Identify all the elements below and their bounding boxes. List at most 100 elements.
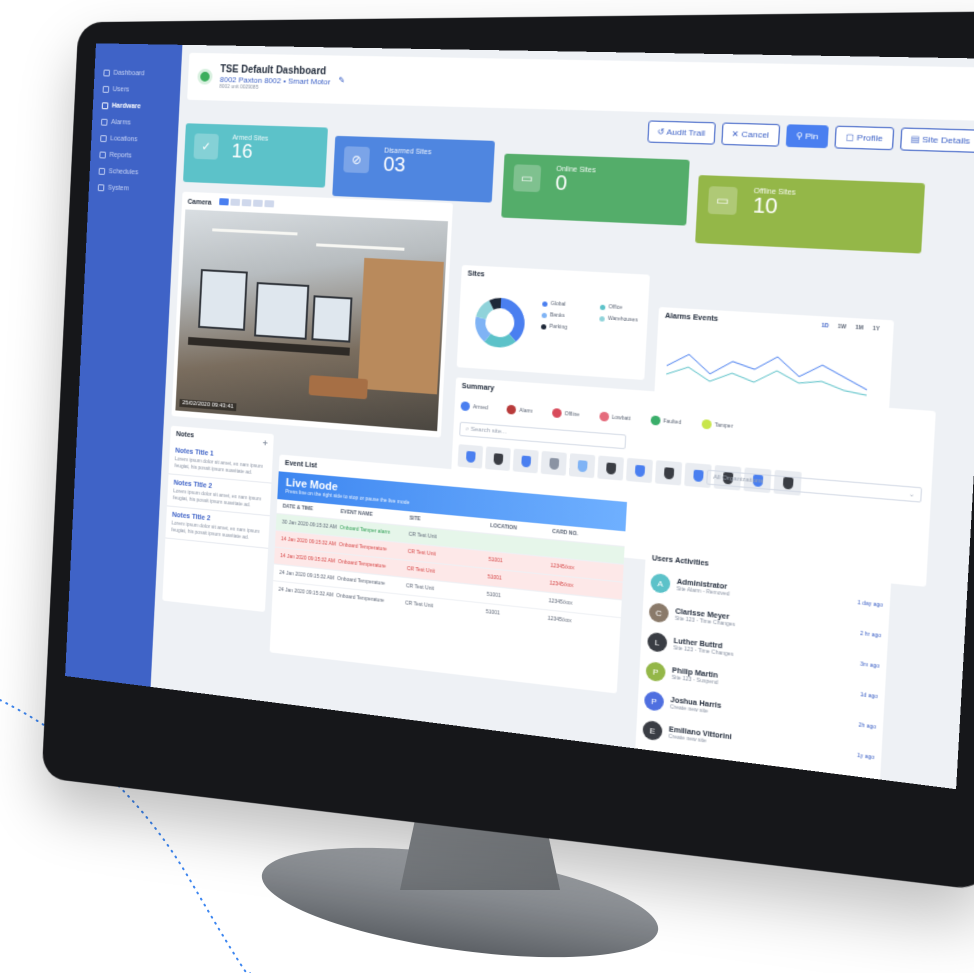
office-window [198,269,248,331]
main-content: TSE Default Dashboard 8002 Paxton 8002 •… [151,45,974,790]
site-status-icon [197,68,213,85]
calendar-icon [98,167,106,175]
laptop-icon: ▭ [512,164,542,193]
column-header[interactable]: DATE & TIME [283,504,341,515]
office-brick-wall [357,257,444,395]
shield-icon [692,469,704,482]
status-chip-faulted[interactable]: Faulted [649,415,682,427]
status-dot [551,408,562,419]
status-dot [506,404,517,415]
range-tab-1m[interactable]: 1M [855,325,863,332]
status-chip-offline[interactable]: Offline [551,408,580,419]
user-activity-time: 1y ago [856,752,875,762]
office-window [254,282,310,340]
event-card: 12345/xxx [550,562,575,572]
status-chip-armed[interactable]: Armed [460,401,488,412]
event-date: 14 Jan 2020 09:15:32 AM [280,553,336,565]
event-location: 51001 [485,609,501,617]
camera-layout-tab[interactable] [230,198,240,206]
kpi-value: 10 [752,194,779,219]
legend-swatch [541,312,548,318]
event-list-panel: Event List Live Mode Press line on the r… [269,454,628,694]
event-card: 12345/xxx [548,598,573,607]
kpi-offline-sites[interactable]: ▭ Offline Sites 10 [695,175,926,254]
event-card: 12345/xxx [549,580,574,590]
kpi-value: 03 [382,153,406,177]
avatar: L [647,631,668,653]
kpi-disarmed-sites[interactable]: ⊘ Disarmed Sites 03 [332,135,495,203]
status-chip-lowbatt[interactable]: Lowbatt [598,411,631,424]
legend-item: Office [599,304,654,313]
event-date: 24 Jan 2020 09:15:32 AM [279,569,335,582]
avatar: E [642,719,663,742]
notes-panel: Notes + Notes Title 1 Lorem ipsum dolor … [162,425,274,613]
hardware-icon [101,102,109,110]
legend-swatch [542,300,548,307]
sidebar-item-label: Dashboard [113,69,145,78]
legend-item: Banks [541,312,595,321]
user-activity-time: 1d ago [859,691,878,701]
sidebar-item-label: Locations [110,135,138,144]
site-shield-cell[interactable] [512,448,539,474]
camera-layout-tab[interactable] [241,199,252,207]
add-note-icon[interactable]: + [262,438,267,448]
kpi-online-sites[interactable]: ▭ Online Sites 0 [501,153,690,226]
avatar: P [645,661,666,683]
sidebar-item-label: Reports [109,151,132,160]
edit-pencil-icon[interactable]: ✎ [338,75,345,84]
dashboard-icon [103,69,110,77]
camera-layout-tab[interactable] [252,199,263,207]
user-activity-time: 2h ago [858,722,877,731]
site-shield-cell[interactable] [540,450,567,476]
event-name: Onboard Temperature [336,592,385,605]
shield-icon [663,466,674,480]
status-chip-alarm[interactable]: Alarm [506,404,533,416]
site-shield-cell[interactable] [625,457,653,484]
status-dot [598,411,609,422]
status-dot [460,401,471,412]
camera-feed[interactable]: 25/02/2020 09:43:41 [175,209,449,432]
sites-panel: Sites Global Office Banks Warehouses Par… [456,264,650,381]
range-tab-1d[interactable]: 1D [821,323,829,330]
alarms-series-line [666,350,868,390]
range-tab-1w[interactable]: 1W [838,324,847,331]
camera-layout-tab[interactable] [264,200,274,208]
camera-layout-tab[interactable] [218,198,229,206]
event-location: 51001 [487,574,502,582]
sidebar-item-label: Hardware [111,102,141,111]
legend-swatch [540,323,547,330]
status-chip-label: Lowbatt [611,414,631,422]
status-chip-tamper[interactable]: Tamper [701,419,733,431]
range-tab-1y[interactable]: 1Y [872,326,879,333]
status-chip-label: Alarm [519,407,533,415]
stage: Dashboard Users Hardware Alarms Location… [0,0,974,973]
legend-label: Banks [549,312,565,320]
sites-donut-chart [474,297,526,349]
avatar: P [643,690,665,712]
event-location: 51001 [486,591,502,600]
legend-item: Global [542,300,595,309]
kpi-label: Offline Sites [753,187,796,197]
legend-swatch [599,304,606,310]
alarms-series-line [666,364,868,396]
shield-icon [492,452,503,465]
site-shield-cell[interactable] [654,460,683,486]
shield-icon [577,459,588,472]
shield-icon [520,454,531,468]
kpi-value: 16 [231,140,254,163]
site-shield-cell[interactable] [457,444,484,469]
sidebar-item-dashboard[interactable]: Dashboard [94,65,181,83]
alarms-title: Alarms Events [664,312,719,324]
users-activities-panel: Users Activities A Administrator Site Ala… [634,549,892,790]
site-shield-cell[interactable] [485,446,511,472]
kpi-armed-sites[interactable]: ✓ Armed Sites 16 [183,123,328,188]
sidebar-item-system[interactable]: System [89,179,176,199]
site-shield-cell[interactable] [597,455,625,481]
site-shield-cell[interactable] [568,453,596,479]
sites-title: Sites [467,270,485,279]
kpi-value: 0 [554,171,568,196]
office-sofa [308,375,368,400]
shield-icon [548,457,559,470]
report-icon [99,151,106,159]
kpi-label: Online Sites [555,165,596,175]
